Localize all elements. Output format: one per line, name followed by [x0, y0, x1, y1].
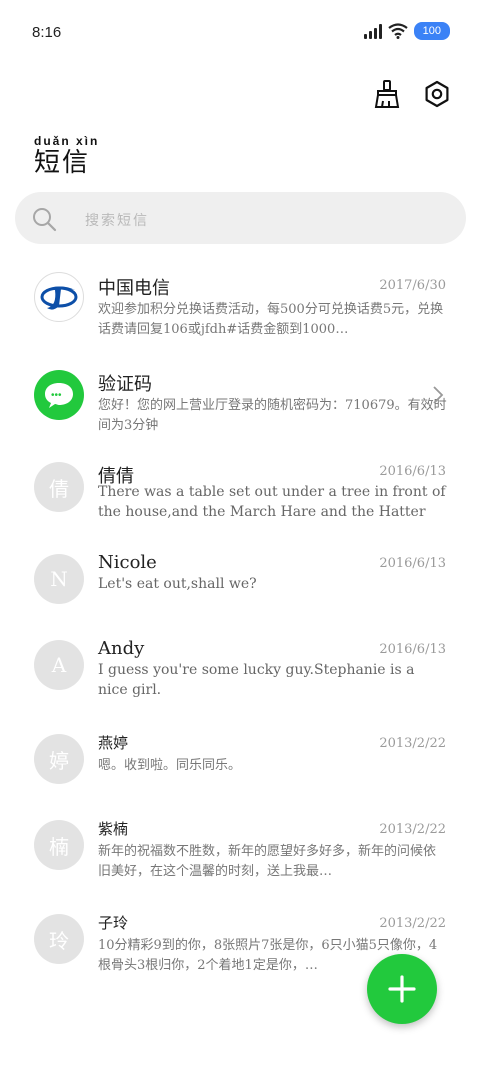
message-bubble-icon: ••• — [34, 370, 84, 420]
conversation-preview: 嗯。收到啦。同乐同乐。 — [98, 758, 242, 773]
conversation-row[interactable]: 倩 倩倩 2016/6/13 There was a table set out… — [0, 462, 480, 552]
conversation-preview: I guess you're some lucky guy.Stephanie … — [98, 662, 415, 698]
search-bar[interactable]: 搜索短信 — [15, 192, 466, 244]
battery-indicator: 100 — [413, 22, 450, 40]
conversation-date: 2016/6/13 — [379, 642, 446, 657]
conversation-row[interactable]: ••• 验证码 您好！您的网上营业厅登录的随机密码为：710679。有效时间为3… — [0, 370, 480, 460]
signal-icon — [363, 23, 382, 39]
conversation-preview: 您好！您的网上营业厅登录的随机密码为：710679。有效时间为3分钟 — [98, 398, 447, 433]
avatar: 玲 — [34, 914, 84, 964]
wifi-icon — [387, 23, 408, 39]
conversation-preview: There was a table set out under a tree i… — [98, 484, 446, 520]
conversation-date: 2016/6/13 — [379, 556, 446, 571]
page-title-block: duǎn xìn 短信 — [34, 134, 99, 178]
avatar: 倩 — [34, 462, 84, 512]
search-icon — [33, 208, 57, 232]
conversation-name: Nicole — [98, 552, 157, 573]
conversation-row[interactable]: N Nicole 2016/6/13 Let's eat out,shall w… — [0, 550, 480, 640]
gear-icon[interactable] — [422, 78, 452, 110]
conversation-date: 2013/2/22 — [379, 916, 446, 931]
telecom-logo-avatar — [34, 272, 84, 322]
conversation-preview: Let's eat out,shall we? — [98, 576, 257, 592]
new-message-button[interactable] — [367, 954, 437, 1024]
conversation-name: 紫楠 — [98, 820, 129, 838]
page-title-pinyin: duǎn xìn — [34, 134, 100, 148]
status-icons: 100 — [363, 22, 450, 40]
avatar: 楠 — [34, 820, 84, 870]
conversation-preview: 欢迎参加积分兑换话费活动，每500分可兑换话费5元，兑换话费请回复106或jfd… — [98, 302, 444, 337]
conversation-name: 燕婷 — [98, 734, 129, 752]
svg-text:•••: ••• — [51, 390, 62, 401]
avatar: 婷 — [34, 734, 84, 784]
status-time: 8:16 — [32, 24, 62, 41]
chevron-right-icon — [433, 386, 444, 404]
broom-icon[interactable] — [372, 78, 402, 110]
page-title: 短信 — [34, 148, 91, 178]
avatar: N — [34, 554, 84, 604]
conversation-date: 2016/6/13 — [379, 464, 446, 479]
conversation-name: Andy — [98, 638, 145, 659]
conversation-date: 2013/2/22 — [379, 822, 446, 837]
status-bar: 8:16 100 — [0, 0, 480, 64]
conversation-date: 2013/2/22 — [379, 736, 446, 751]
toolbar — [372, 78, 452, 110]
conversation-row[interactable]: A Andy 2016/6/13 I guess you're some luc… — [0, 636, 480, 726]
avatar: A — [34, 640, 84, 690]
conversation-name: 中国电信 — [98, 278, 170, 299]
conversation-name: 子玲 — [98, 914, 129, 932]
conversation-row[interactable]: 中国电信 2017/6/30 欢迎参加积分兑换话费活动，每500分可兑换话费5元… — [0, 272, 480, 362]
conversation-row[interactable]: 婷 燕婷 2013/2/22 嗯。收到啦。同乐同乐。 — [0, 730, 480, 820]
search-input[interactable]: 搜索短信 — [85, 210, 149, 230]
conversation-row[interactable]: 楠 紫楠 2013/2/22 新年的祝福数不胜数，新年的愿望好多好多，新年的问候… — [0, 816, 480, 906]
plus-icon — [388, 975, 416, 1003]
conversation-date: 2017/6/30 — [379, 278, 446, 293]
conversation-name: 验证码 — [98, 374, 152, 395]
conversation-preview: 新年的祝福数不胜数，新年的愿望好多好多，新年的问候依旧美好，在这个温馨的时刻，送… — [98, 844, 437, 879]
